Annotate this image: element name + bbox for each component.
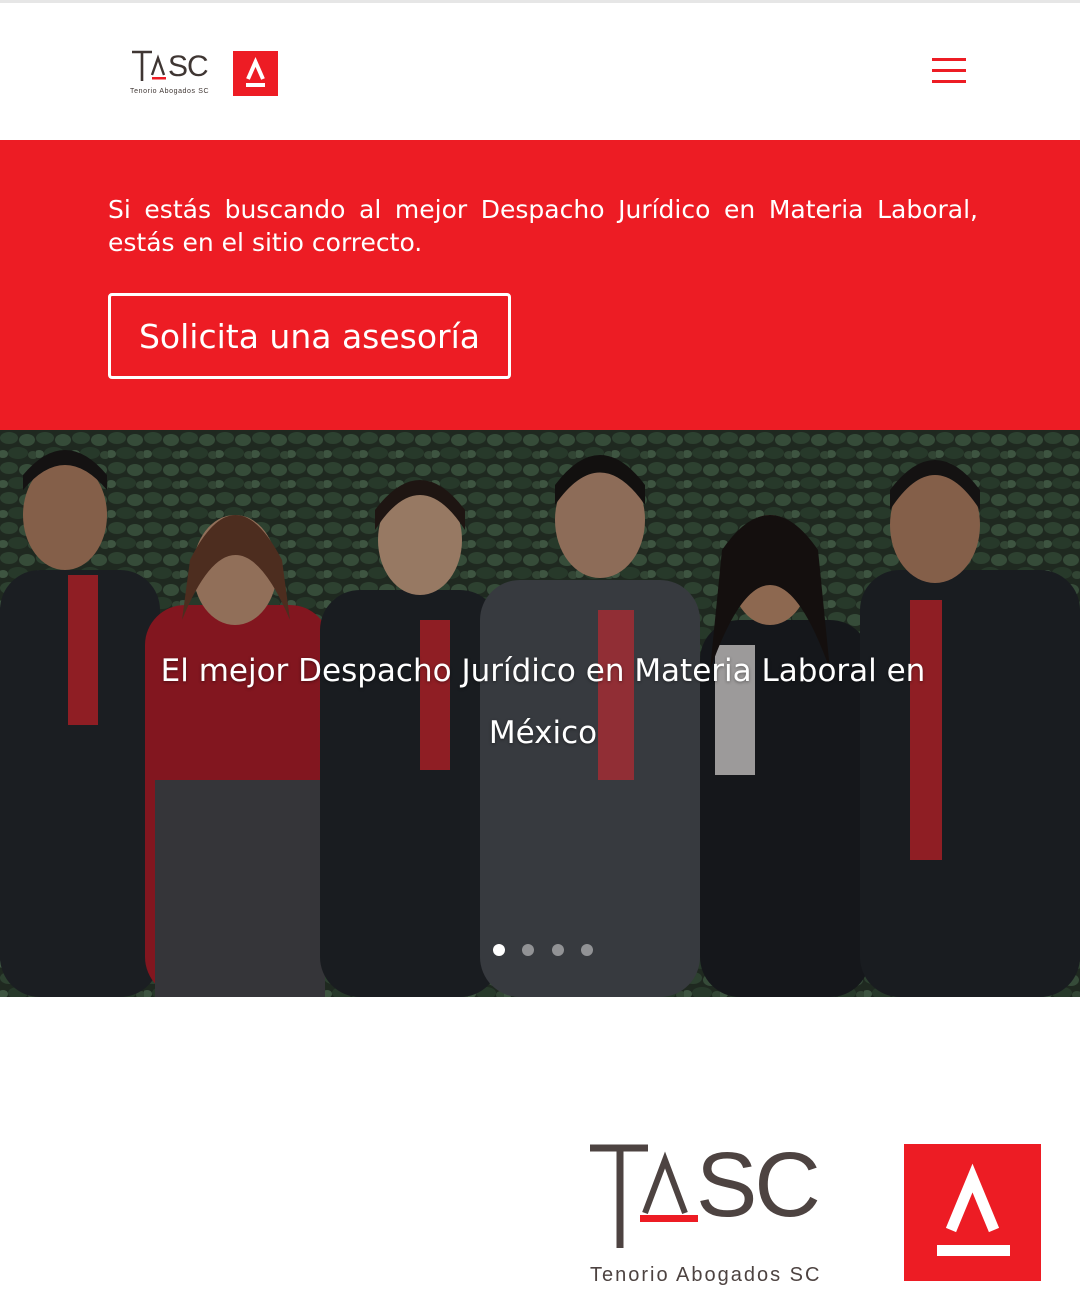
slider-dot-2[interactable] (522, 944, 534, 956)
slider-dot-1[interactable] (493, 944, 505, 956)
footer-logo-tagline: Tenorio Abogados SC (590, 1264, 822, 1286)
intro-text: Si estás buscando al mejor Despacho Jurí… (108, 195, 978, 257)
slider-dot-4[interactable] (581, 944, 593, 956)
footer-logo: SC Tenorio Abogados SC (588, 1140, 1048, 1290)
logo-mark (233, 51, 278, 96)
intro-section (0, 140, 1080, 430)
footer-logo-a-icon (937, 1163, 1010, 1256)
svg-text:SC: SC (168, 50, 208, 83)
slide-caption: El mejor Despacho Jurídico en Materia La… (160, 653, 926, 751)
logo-tagline: Tenorio Abogados SC (130, 88, 210, 95)
svg-text:SC: SC (696, 1140, 818, 1236)
footer-logo-mark (904, 1144, 1041, 1281)
hamburger-menu-icon[interactable] (930, 58, 968, 88)
site-logo[interactable]: SC Tenorio Abogados SC (130, 48, 280, 98)
site-header: SC Tenorio Abogados SC (0, 3, 1080, 140)
logo-a-icon (246, 57, 265, 87)
footer-logo-wordmark: SC (590, 1140, 821, 1248)
request-consultation-button[interactable]: Solicita una asesoría (108, 293, 511, 379)
logo-wordmark-mark: SC (132, 50, 209, 83)
slider-dot-3[interactable] (552, 944, 564, 956)
